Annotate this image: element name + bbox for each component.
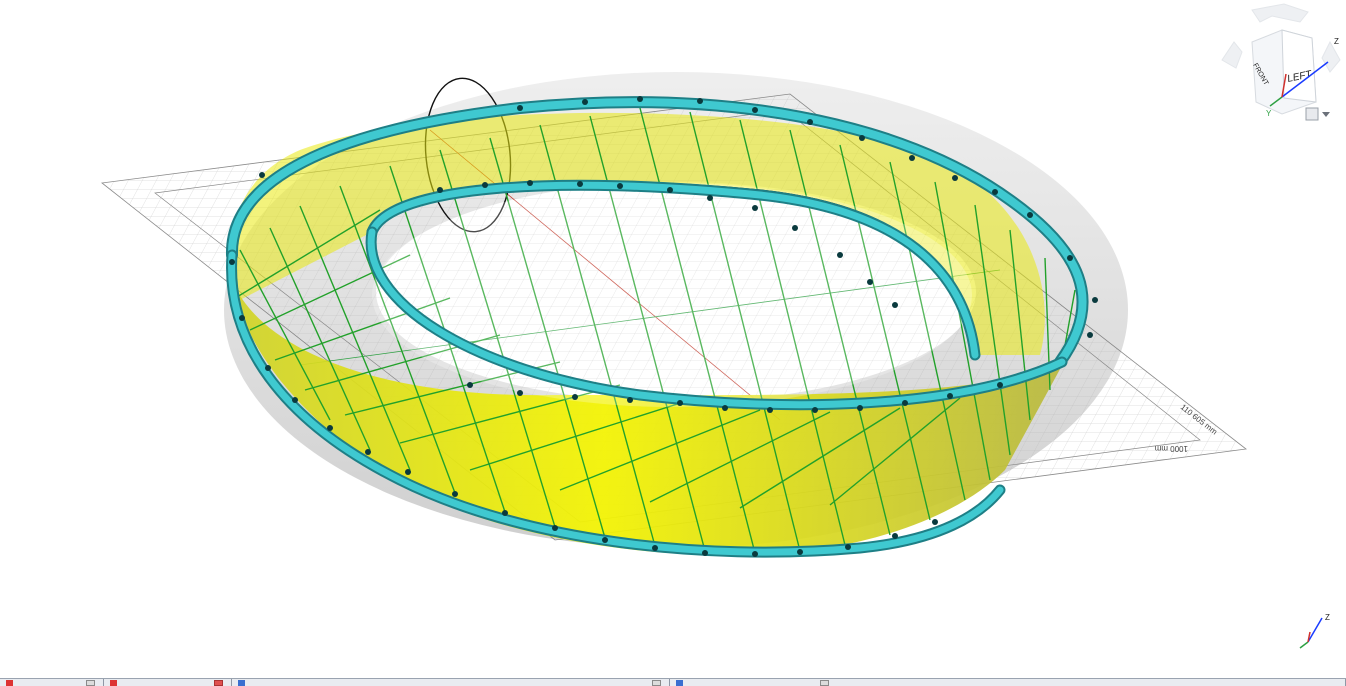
close-icon[interactable] <box>86 680 95 686</box>
3d-scene[interactable]: 110 605 mm 1000 mm <box>0 0 1346 678</box>
document-tab-1[interactable] <box>0 679 104 686</box>
document-red-icon <box>6 680 13 686</box>
view-cube-axis-z: Z <box>1334 37 1339 46</box>
view-cube-body[interactable]: LEFT FRONT <box>1251 29 1317 115</box>
view-cube[interactable]: LEFT FRONT Z Y <box>1212 2 1346 126</box>
document-red-icon <box>110 680 117 686</box>
chevron-down-icon <box>1322 112 1330 117</box>
document-tab-2[interactable] <box>104 679 232 686</box>
document-tab-4[interactable] <box>670 679 1346 686</box>
axis-triad: Z <box>1294 610 1338 654</box>
close-icon[interactable] <box>214 680 223 686</box>
3d-viewport[interactable]: 110 605 mm 1000 mm LEFT FRONT Z Y Z <box>0 0 1346 678</box>
document-tab-bar <box>0 678 1346 686</box>
close-icon[interactable] <box>820 680 829 686</box>
triad-axis-z: Z <box>1325 613 1330 622</box>
view-cube-axis-y: Y <box>1266 109 1272 118</box>
mobius-surface[interactable] <box>227 107 1076 556</box>
model-blue-icon <box>676 680 683 686</box>
home-view-icon[interactable] <box>1305 107 1330 121</box>
document-tab-3[interactable] <box>232 679 670 686</box>
model-blue-icon <box>238 680 245 686</box>
grid-dimension-label-2: 1000 mm <box>1154 444 1188 453</box>
close-icon[interactable] <box>652 680 661 686</box>
